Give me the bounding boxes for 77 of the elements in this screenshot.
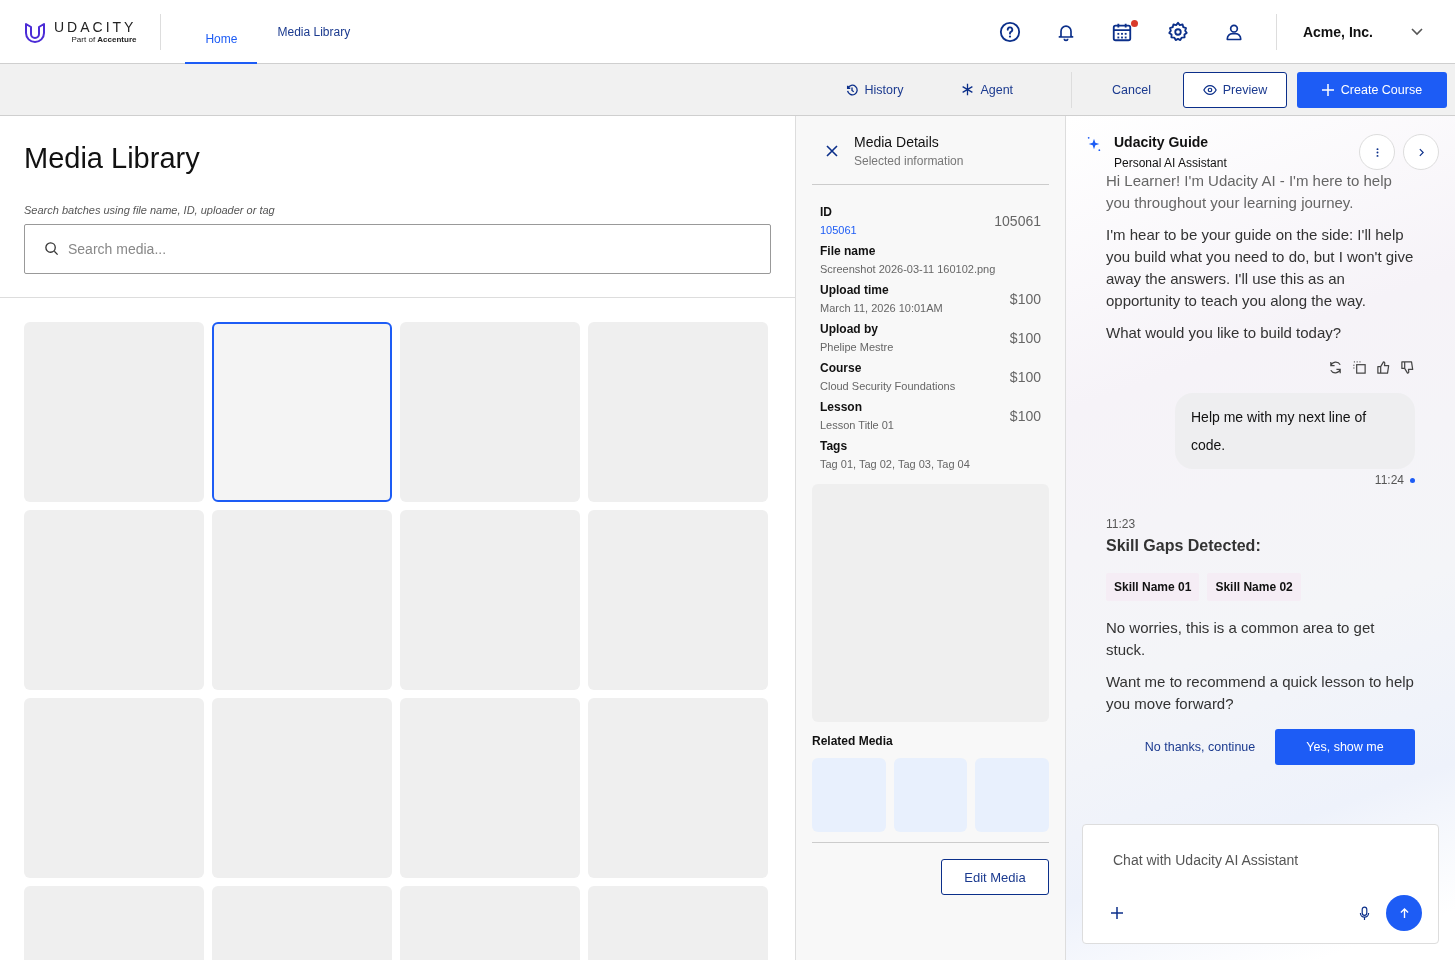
asterisk-icon [961, 83, 975, 96]
page-title: Media Library [24, 141, 201, 176]
more-icon [1375, 146, 1379, 158]
assistant-message: No worries, this is a common area to get stuck. [1106, 618, 1376, 660]
refresh-icon[interactable] [1328, 360, 1343, 375]
media-tile[interactable] [212, 322, 392, 502]
decline-button[interactable]: No thanks, continue [1135, 729, 1265, 765]
field-value: Lesson Title 01 [820, 419, 894, 431]
chevron-down-icon [1411, 27, 1423, 36]
logo-icon [24, 20, 46, 43]
field-value: March 11, 2026 10:01AM [820, 302, 943, 314]
message-time: 11:24 [1374, 473, 1404, 487]
field-label: Course [820, 361, 863, 375]
assistant-message: I'm hear to be your guide on the side: I'll help you build what you need to do, but I won't give away the answers. I'll use this as an opportunity to teach you along the way. [1106, 225, 1415, 311]
plus-icon [1321, 83, 1334, 96]
close-icon [826, 145, 838, 157]
field-amount: $100 [1009, 407, 1041, 424]
chevron-right-icon [1418, 147, 1424, 157]
help-icon [998, 20, 1021, 43]
user-message: Help me with my next line of code. [1175, 393, 1415, 469]
create-course-button[interactable]: Create Course [1297, 71, 1447, 108]
search-hint: Search batches using file name, ID, uploader or tag [24, 204, 276, 216]
plus-icon[interactable] [1111, 907, 1123, 919]
copy-icon[interactable] [1352, 360, 1367, 375]
collapse-button[interactable] [1403, 134, 1439, 170]
field-amount: $100 [1009, 290, 1041, 307]
chat-input[interactable]: Chat with Udacity AI Assistant [1111, 851, 1422, 869]
field-label: Upload time [820, 283, 890, 297]
preview-button[interactable]: Preview [1183, 71, 1287, 108]
section-title: Related Media [812, 734, 894, 748]
field-link[interactable]: 105061 [820, 224, 857, 236]
message-time: 11:23 [1106, 517, 1136, 531]
assistant-message: What would you like to build today? [1106, 323, 1343, 343]
notification-dot [1130, 19, 1138, 27]
cancel-button[interactable]: Cancel [1092, 82, 1171, 97]
eye-icon [1202, 82, 1217, 97]
field-amount: $100 [1009, 368, 1041, 385]
logo-tagline: Part of Accenture [71, 35, 137, 44]
send-button[interactable] [1386, 895, 1422, 931]
field-label: Upload by [820, 322, 879, 336]
more-button[interactable] [1359, 134, 1395, 170]
field-amount: $100 [1009, 329, 1041, 346]
field-amount: 105061 [994, 212, 1041, 229]
microphone-icon[interactable] [1359, 905, 1370, 921]
field-label: Tags [820, 439, 849, 453]
skill-tag: Skill Name 02 [1207, 573, 1301, 601]
agent-button[interactable]: Agent [941, 82, 1034, 97]
field-value: Tag 01, Tag 02, Tag 03, Tag 04 [820, 458, 970, 470]
thumbs-down-icon[interactable] [1400, 360, 1415, 375]
nav-tab[interactable]: Media Library [277, 0, 351, 63]
field-value: Phelipe Mestre [820, 341, 894, 353]
field-value: Cloud Security Foundations [820, 380, 956, 392]
panel-title: Media Details [854, 134, 940, 150]
reply-heading: Skill Gaps Detected: [1106, 537, 1262, 555]
assistant-title: Udacity Guide [1114, 134, 1210, 150]
field-label: File name [820, 244, 877, 258]
search-icon [44, 241, 59, 256]
assistant-message: Want me to recommend a quick lesson to help you move forward? [1106, 672, 1415, 714]
panel-subtitle: Selected information [854, 154, 964, 168]
history-button[interactable]: History [824, 82, 924, 97]
history-icon [844, 82, 859, 97]
skill-tag: Skill Name 01 [1106, 573, 1200, 601]
assistant-message: Hi Learner! I'm Udacity AI - I'm here to help you throughout your learning journey. [1106, 171, 1393, 213]
edit-media-button[interactable]: Edit Media [941, 859, 1049, 895]
account-menu[interactable]: Acme, Inc. [1300, 23, 1455, 40]
logo-wordmark: UDACITY [54, 19, 137, 35]
field-label: ID [820, 205, 833, 219]
field-value: Screenshot 2026-03-11 160102.png [820, 263, 996, 275]
accept-button[interactable]: Yes, show me [1275, 729, 1415, 765]
thumbs-up-icon[interactable] [1376, 360, 1391, 375]
sent-dot [1410, 477, 1415, 483]
assistant-subtitle: Personal AI Assistant [1114, 156, 1228, 170]
search-field[interactable]: Search media... [24, 224, 771, 274]
arrow-up-icon [1399, 907, 1409, 919]
sparkle-icon [1086, 136, 1102, 152]
field-label: Lesson [820, 400, 863, 414]
settings-icon [1166, 20, 1189, 43]
